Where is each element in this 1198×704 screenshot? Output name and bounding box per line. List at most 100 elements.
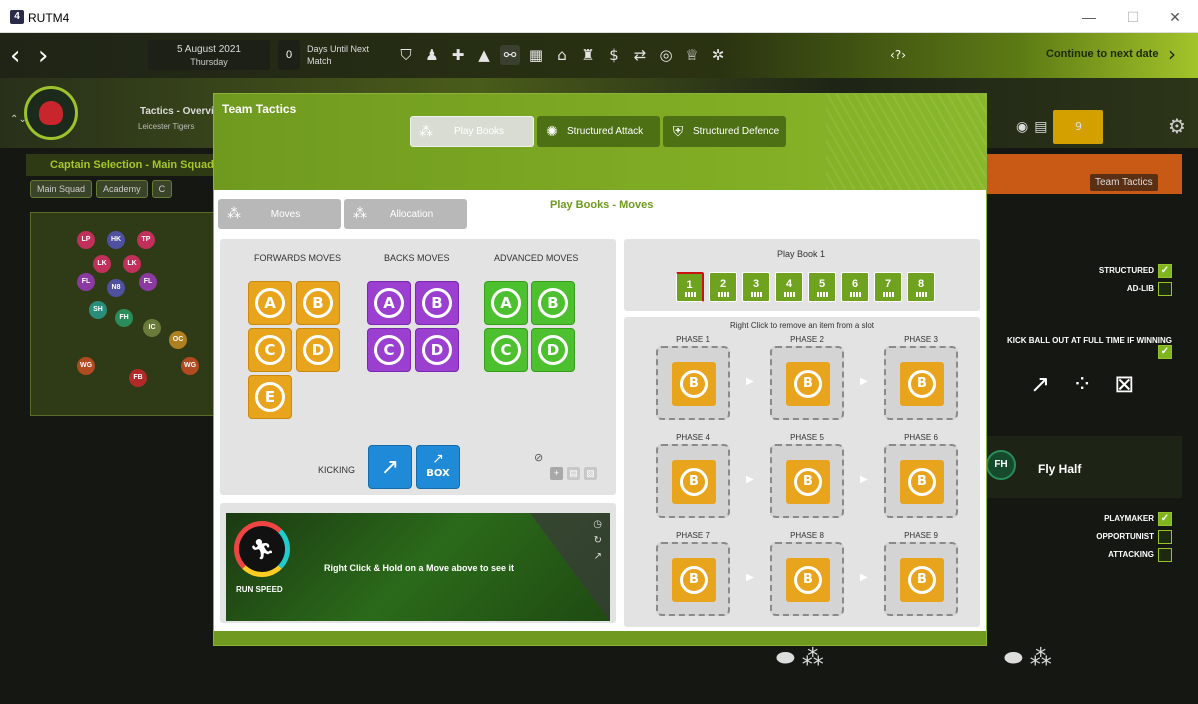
adlib-option[interactable]: AD-LIB xyxy=(996,282,1172,296)
eye-toggle-icon[interactable]: ⊘ xyxy=(534,451,543,464)
kick-move-box[interactable]: ↗ BOX xyxy=(416,445,460,489)
medical-icon[interactable]: ✚ xyxy=(448,45,468,65)
check-icon[interactable]: ✓ xyxy=(1158,345,1172,359)
playbook-slot-2[interactable]: 2 xyxy=(709,272,737,302)
opportunist-option[interactable]: OPPORTUNIST xyxy=(996,530,1172,544)
forwards-move-d[interactable]: D xyxy=(296,328,340,372)
phase-slot-4[interactable]: B xyxy=(656,444,730,518)
minimize-button[interactable]: — xyxy=(1074,8,1104,26)
globe-icon[interactable]: ◉ xyxy=(1016,119,1028,135)
maximize-button[interactable]: ☐ xyxy=(1118,8,1148,26)
playbook-slot-8[interactable]: 8 xyxy=(907,272,935,302)
route-icon[interactable]: ↗ xyxy=(594,551,602,562)
checkbox[interactable] xyxy=(1158,530,1172,544)
phase-slot-7[interactable]: B xyxy=(656,542,730,616)
subtab-moves[interactable]: ⁂ Moves xyxy=(218,199,341,229)
continue-button[interactable]: Continue to next date xyxy=(1046,48,1158,60)
forwards-move-b[interactable]: B xyxy=(296,281,340,325)
phase-move-tile[interactable]: B xyxy=(900,362,944,406)
check-icon[interactable]: ✓ xyxy=(1158,264,1172,278)
tactics-icon[interactable]: ⚯ xyxy=(500,45,520,65)
backs-move-d[interactable]: D xyxy=(415,328,459,372)
playbook-slot-3[interactable]: 3 xyxy=(742,272,770,302)
tab-play-books[interactable]: ⁂ Play Books xyxy=(410,116,534,147)
plus-icon[interactable]: + xyxy=(550,467,563,480)
attacking-option[interactable]: ATTACKING xyxy=(996,548,1172,562)
phase-slot-3[interactable]: B xyxy=(884,346,958,420)
phase-move-tile[interactable]: B xyxy=(672,558,716,602)
bg-tab-main-squad[interactable]: Main Squad xyxy=(30,180,93,198)
phase-move-tile[interactable]: B xyxy=(900,460,944,504)
forwards-move-a[interactable]: A xyxy=(248,281,292,325)
phase-slot-5[interactable]: B xyxy=(770,444,844,518)
forwards-move-e[interactable]: E xyxy=(248,375,292,419)
trophy-icon[interactable]: ♕ xyxy=(682,45,702,65)
tab-structured-defence[interactable]: ⛨ Structured Defence xyxy=(663,116,786,147)
gear-icon[interactable]: ⚙ xyxy=(1168,114,1186,138)
checkbox[interactable] xyxy=(1158,548,1172,562)
phase-move-tile[interactable]: B xyxy=(672,362,716,406)
settings-gear-icon[interactable]: ✲ xyxy=(708,45,728,65)
phase-move-tile[interactable]: B xyxy=(672,460,716,504)
phase-move-tile[interactable]: B xyxy=(786,362,830,406)
move-letter: B xyxy=(794,370,822,398)
formation-icon[interactable]: ⁘ xyxy=(1072,370,1092,398)
filter-icon[interactable]: ▧ xyxy=(584,467,597,480)
backs-move-a[interactable]: A xyxy=(367,281,411,325)
tab-structured-attack[interactable]: ✺ Structured Attack xyxy=(537,116,660,147)
playmaker-option[interactable]: PLAYMAKER ✓ xyxy=(996,512,1172,526)
training-cone-icon[interactable]: ▲ xyxy=(474,45,494,65)
playbook-slot-1[interactable]: 1 xyxy=(676,272,704,302)
calendar-icon[interactable]: ▦ xyxy=(526,45,546,65)
backs-move-b[interactable]: B xyxy=(415,281,459,325)
checkbox[interactable] xyxy=(1158,282,1172,296)
shield-icon[interactable]: ⛉ xyxy=(396,45,416,65)
backs-move-c[interactable]: C xyxy=(367,328,411,372)
structured-option[interactable]: STRUCTURED ✓ xyxy=(996,264,1172,278)
playbook-slot-6[interactable]: 6 xyxy=(841,272,869,302)
help-button[interactable]: ‹?› xyxy=(884,45,912,65)
scouting-icon[interactable]: ◎ xyxy=(656,45,676,65)
subtab-allocation[interactable]: ⁂ Allocation xyxy=(344,199,467,229)
reset-icon[interactable]: ↻ xyxy=(594,535,602,546)
home-icon[interactable]: ⌂ xyxy=(552,45,572,65)
phase-move-tile[interactable]: B xyxy=(786,558,830,602)
finance-icon[interactable]: $ xyxy=(604,45,624,65)
back-arrow-icon[interactable]: ‹ xyxy=(10,41,20,71)
continue-arrow-icon[interactable]: › xyxy=(1168,42,1176,66)
check-icon[interactable]: ✓ xyxy=(1158,512,1172,526)
advanced-move-a[interactable]: A xyxy=(484,281,528,325)
forwards-move-c[interactable]: C xyxy=(248,328,292,372)
kickout-option[interactable]: KICK BALL OUT AT FULL TIME IF WINNING✓ xyxy=(996,336,1172,359)
network-icon[interactable]: ⊠ xyxy=(1114,370,1134,398)
speed-icon[interactable]: ◷ xyxy=(593,519,602,530)
bg-tab-academy[interactable]: Academy xyxy=(96,180,148,198)
kick-move-route[interactable]: ↗ xyxy=(368,445,412,489)
playbook-slot-7[interactable]: 7 xyxy=(874,272,902,302)
close-button[interactable]: ✕ xyxy=(1160,8,1190,26)
phase-move-tile[interactable]: B xyxy=(786,460,830,504)
bg-tab-other[interactable]: C xyxy=(151,180,173,198)
bg-team-tactics-button[interactable]: Team Tactics xyxy=(1090,174,1158,191)
squad-icon[interactable]: ♟ xyxy=(422,45,442,65)
kick-route-icon[interactable]: ↗ xyxy=(1030,370,1050,398)
staff-icon[interactable]: ♜ xyxy=(578,45,598,65)
bg-flyhalf-card[interactable]: FH Fly Half xyxy=(986,436,1182,498)
filter-icon[interactable]: ▤ xyxy=(567,467,580,480)
forward-arrow-icon[interactable]: › xyxy=(38,41,48,71)
transfer-icon[interactable]: ⇄ xyxy=(630,45,650,65)
advanced-move-c[interactable]: C xyxy=(484,328,528,372)
inbox-badge[interactable]: 9 xyxy=(1053,110,1104,144)
phase-slot-2[interactable]: B xyxy=(770,346,844,420)
phase-slot-9[interactable]: B xyxy=(884,542,958,616)
phase-slot-1[interactable]: B xyxy=(656,346,730,420)
phase-slot-8[interactable]: B xyxy=(770,542,844,616)
playbook-slot-4[interactable]: 4 xyxy=(775,272,803,302)
phase-slot-6[interactable]: B xyxy=(884,444,958,518)
playbook-slot-5[interactable]: 5 xyxy=(808,272,836,302)
advanced-move-b[interactable]: B xyxy=(531,281,575,325)
advanced-move-d[interactable]: D xyxy=(531,328,575,372)
phase-move-tile[interactable]: B xyxy=(900,558,944,602)
network-icon: ⁂ xyxy=(227,206,241,222)
clipboard-icon[interactable]: ▤ xyxy=(1034,119,1047,135)
